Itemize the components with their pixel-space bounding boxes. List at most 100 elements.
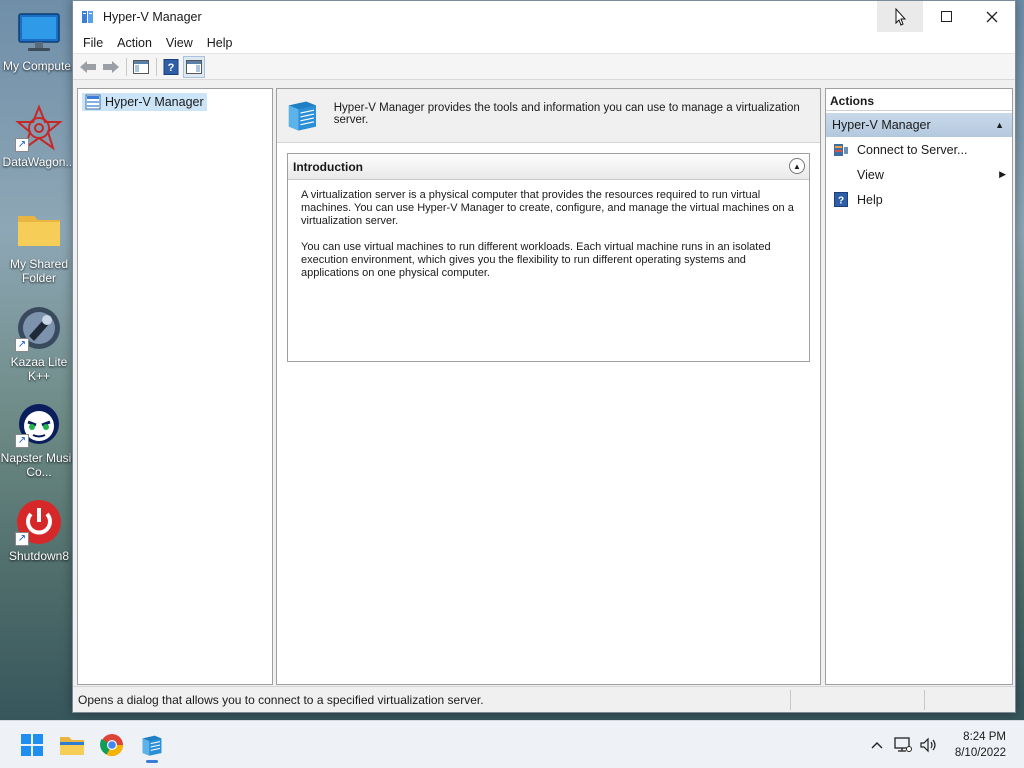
datawagon-icon: ↗ [15, 104, 63, 152]
collapse-triangle-icon: ▲ [995, 120, 1004, 130]
shutdown-icon: ↗ [15, 498, 63, 546]
menu-action[interactable]: Action [110, 36, 159, 50]
introduction-paragraph: You can use virtual machines to run diff… [301, 241, 771, 279]
hyper-v-manager-icon [142, 735, 162, 756]
napster-icon: ↗ [15, 400, 63, 448]
panes: Hyper-V Manager Hyper-V Manager provides… [73, 85, 1015, 685]
volume-icon[interactable] [917, 733, 941, 757]
help-icon: ? [163, 58, 179, 75]
hyper-v-server-icon [85, 94, 101, 110]
action-pane-icon [186, 59, 202, 74]
shortcut-arrow-icon: ↗ [15, 434, 29, 448]
menu-file[interactable]: File [76, 36, 110, 50]
title-bar[interactable]: Hyper-V Manager [73, 1, 1015, 32]
folder-icon [15, 206, 63, 254]
actions-group-label: Hyper-V Manager [832, 118, 931, 132]
help-icon: ? [833, 192, 849, 208]
introduction-section: Introduction ▲ A virtualization server i… [287, 153, 810, 362]
introduction-body: A virtualization server is a physical co… [288, 180, 809, 302]
shortcut-arrow-icon: ↗ [15, 138, 29, 152]
chevron-up-icon: ▲ [793, 161, 801, 171]
tree-item-label: Hyper-V Manager [105, 95, 204, 109]
console-tree-pane: Hyper-V Manager [77, 88, 273, 685]
results-header: Hyper-V Manager provides the tools and i… [277, 89, 820, 143]
taskbar: 8:24 PM 8/10/2022 [0, 720, 1024, 768]
toolbar-separator [126, 57, 127, 76]
desktop-icon-napster[interactable]: ↗ Napster Music Co... [0, 400, 78, 479]
start-icon [21, 733, 43, 756]
introduction-paragraph: A virtualization server is a physical co… [301, 189, 794, 227]
action-help[interactable]: ? Help [826, 187, 1012, 212]
hyper-v-manager-window: Hyper-V Manager File Action View Help ? … [72, 0, 1016, 713]
menu-view[interactable]: View [159, 36, 200, 50]
clock-date: 8/10/2022 [954, 747, 1006, 759]
introduction-title: Introduction [293, 159, 363, 174]
desktop-icon-kazaa[interactable]: ↗ Kazaa Lite K++ [0, 304, 78, 383]
desktop-icon-datawagon[interactable]: ↗ DataWagon... [0, 104, 78, 169]
forward-button[interactable] [100, 56, 122, 78]
desktop-icon-my-computer[interactable]: My Computer [0, 8, 78, 73]
desktop-icon-label: Napster Music Co... [0, 451, 78, 479]
status-separator [924, 690, 925, 710]
desktop-icon-label: Shutdown8 [8, 549, 70, 563]
taskbar-hyper-v-manager[interactable] [132, 725, 172, 765]
taskbar-chrome[interactable] [92, 725, 132, 765]
hyper-v-servers-icon [288, 101, 316, 131]
start-button[interactable] [12, 725, 52, 765]
toolbar: ? [73, 54, 1015, 80]
results-header-text: Hyper-V Manager provides the tools and i… [333, 102, 800, 126]
shortcut-arrow-icon: ↗ [15, 338, 29, 352]
action-view[interactable]: View ▶ [826, 162, 1012, 187]
menu-bar: File Action View Help [73, 32, 1015, 54]
tree-item-hyper-v-manager[interactable]: Hyper-V Manager [82, 93, 207, 111]
desktop-icon-label: My Shared Folder [9, 257, 69, 285]
help-button[interactable]: ? [160, 56, 182, 78]
introduction-header[interactable]: Introduction ▲ [288, 154, 809, 180]
desktop-icon-label: My Computer [2, 59, 76, 73]
back-button[interactable] [77, 56, 99, 78]
forward-arrow-icon [103, 60, 119, 73]
desktop-icon-label: DataWagon... [2, 155, 76, 169]
network-icon[interactable] [891, 733, 915, 757]
clock-time: 8:24 PM [963, 731, 1006, 743]
close-button[interactable] [969, 1, 1015, 32]
submenu-arrow-icon: ▶ [999, 169, 1006, 179]
hyper-v-app-icon [81, 9, 97, 25]
desktop-icon-shared-folder[interactable]: My Shared Folder [0, 206, 78, 285]
svg-text:?: ? [168, 62, 175, 74]
status-separator [790, 690, 791, 710]
actions-group-hyper-v-manager[interactable]: Hyper-V Manager ▲ [826, 113, 1012, 137]
action-connect-to-server[interactable]: Connect to Server... [826, 137, 1012, 162]
back-arrow-icon [80, 60, 96, 73]
window-title: Hyper-V Manager [103, 9, 202, 24]
maximize-button[interactable] [923, 1, 969, 32]
taskbar-file-explorer[interactable] [52, 725, 92, 765]
actions-pane: Actions Hyper-V Manager ▲ Connect to Ser… [825, 88, 1013, 685]
collapse-section-button[interactable]: ▲ [789, 158, 805, 174]
desktop-icon-shutdown[interactable]: ↗ Shutdown8 [0, 498, 78, 563]
minimize-button[interactable] [877, 1, 923, 32]
actions-title: Actions [826, 89, 1012, 111]
status-text: Opens a dialog that allows you to connec… [78, 692, 484, 707]
toolbar-separator [156, 57, 157, 76]
chevron-up-icon [871, 742, 883, 749]
show-hidden-icons-button[interactable] [865, 733, 889, 757]
clock[interactable]: 8:24 PM 8/10/2022 [955, 729, 1006, 761]
shortcut-arrow-icon: ↗ [15, 532, 29, 546]
file-explorer-icon [60, 736, 84, 755]
results-pane: Hyper-V Manager provides the tools and i… [276, 88, 821, 685]
action-label: Help [857, 192, 883, 207]
menu-help[interactable]: Help [200, 36, 240, 50]
action-label: View [857, 167, 884, 182]
svg-text:?: ? [838, 196, 844, 207]
status-bar: Opens a dialog that allows you to connec… [73, 686, 1015, 712]
show-hide-action-pane-button[interactable] [183, 55, 205, 78]
show-hide-console-tree-button[interactable] [130, 56, 152, 78]
action-label: Connect to Server... [857, 142, 968, 157]
desktop-icon-label: Kazaa Lite K++ [10, 355, 68, 383]
kazaa-icon: ↗ [15, 304, 63, 352]
connect-server-icon [833, 142, 849, 158]
console-tree-icon [133, 59, 149, 74]
monitor-icon [15, 8, 63, 56]
system-tray: 8:24 PM 8/10/2022 [863, 721, 1024, 768]
